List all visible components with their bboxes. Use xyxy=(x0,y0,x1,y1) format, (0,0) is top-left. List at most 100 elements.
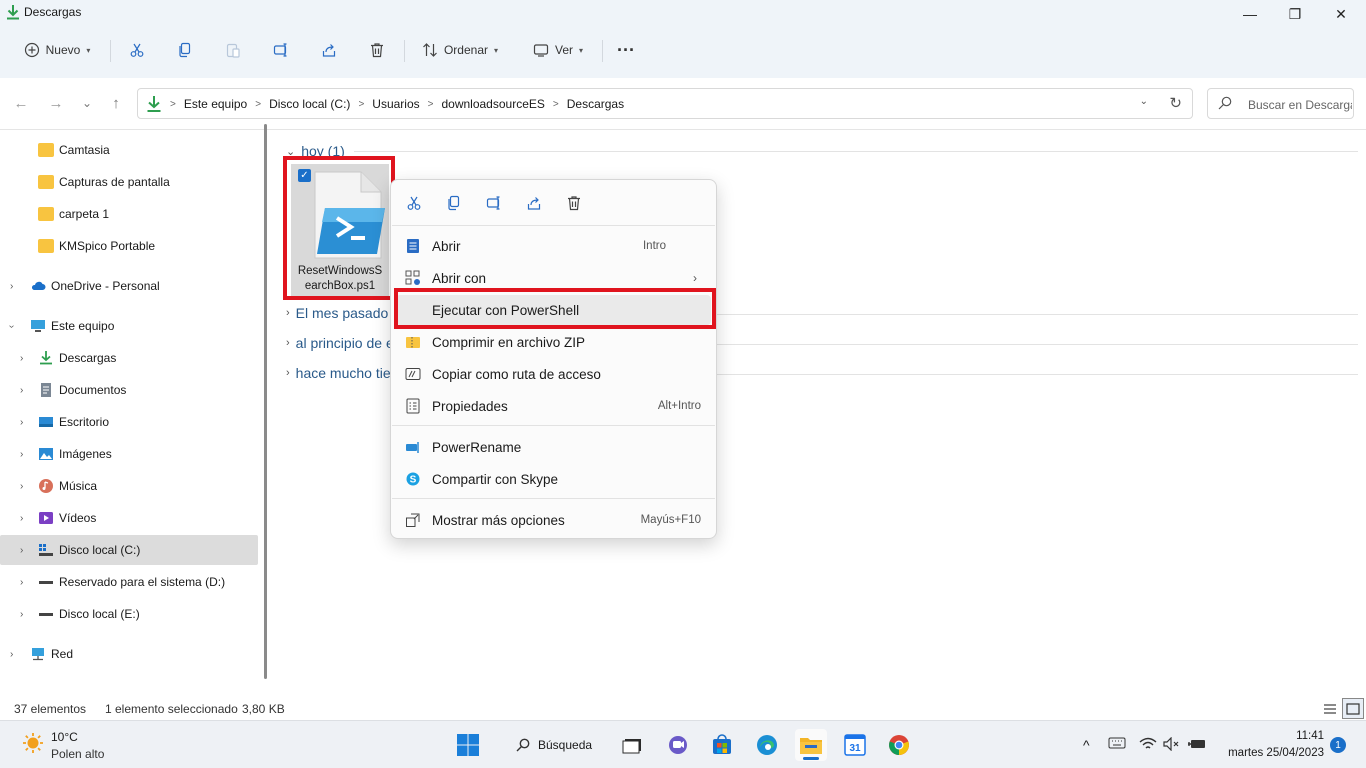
show-hidden-icons-button[interactable]: ^ xyxy=(1083,737,1090,753)
rename-button[interactable] xyxy=(264,34,298,66)
share-icon xyxy=(322,44,336,57)
sidebar-item-descargas[interactable]: › Descargas xyxy=(0,343,258,373)
search-input[interactable]: Buscar en Descargas xyxy=(1248,98,1352,112)
group-header-last-month[interactable]: › El mes pasado xyxy=(286,305,388,321)
breadcrumb-item[interactable]: Usuarios xyxy=(372,97,419,111)
sidebar-item-onedrive[interactable]: › OneDrive - Personal xyxy=(0,271,258,301)
details-view-button[interactable] xyxy=(1319,698,1341,719)
sidebar-item-escritorio[interactable]: › Escritorio xyxy=(0,407,258,437)
crumb-separator[interactable]: > xyxy=(428,99,434,110)
start-button[interactable] xyxy=(452,729,484,761)
notification-badge[interactable]: 1 xyxy=(1330,737,1346,753)
sidebar-item-kmspico[interactable]: KMSpico Portable xyxy=(0,231,258,261)
taskbar-search[interactable]: Búsqueda xyxy=(496,730,606,760)
task-view-button[interactable] xyxy=(617,729,649,761)
copy-button[interactable] xyxy=(168,34,202,66)
sidebar-item-disco-e[interactable]: › Disco local (E:) xyxy=(0,599,258,629)
sidebar-item-carpeta-1[interactable]: carpeta 1 xyxy=(0,199,258,229)
chevron-right-icon[interactable]: › xyxy=(20,577,23,588)
rename-button[interactable] xyxy=(484,193,504,213)
keyboard-icon[interactable] xyxy=(1108,737,1126,752)
file-explorer-button[interactable] xyxy=(795,729,827,761)
cut-button[interactable] xyxy=(404,193,424,213)
sidebar-item-videos[interactable]: › Vídeos xyxy=(0,503,258,533)
chevron-right-icon[interactable]: › xyxy=(20,545,23,556)
chevron-right-icon[interactable]: › xyxy=(10,649,13,660)
store-button[interactable] xyxy=(706,729,738,761)
sidebar-item-capturas[interactable]: Capturas de pantalla xyxy=(0,167,258,197)
calendar-button[interactable]: 31 xyxy=(839,729,871,761)
weather-sun-icon[interactable] xyxy=(22,732,44,754)
chevron-right-icon[interactable]: › xyxy=(20,609,23,620)
crumb-separator[interactable]: > xyxy=(255,99,261,110)
chevron-right-icon[interactable]: › xyxy=(20,385,23,396)
crumb-separator[interactable]: > xyxy=(553,99,559,110)
minimize-button[interactable]: — xyxy=(1227,0,1273,28)
maximize-button[interactable]: ❐ xyxy=(1272,0,1318,28)
menu-item-mostrar-mas[interactable]: Mostrar más opciones Mayús+F10 xyxy=(396,505,711,535)
properties-icon xyxy=(405,398,421,414)
up-button[interactable]: ↑ xyxy=(105,92,127,114)
breadcrumb-item[interactable]: downloadsourceES xyxy=(441,97,544,111)
weather-description[interactable]: Polen alto xyxy=(51,747,104,761)
sidebar-item-imagenes[interactable]: › Imágenes xyxy=(0,439,258,469)
refresh-button[interactable]: ↻ xyxy=(1169,94,1182,112)
breadcrumb-item[interactable]: Descargas xyxy=(567,97,624,111)
weather-temperature[interactable]: 10°C xyxy=(51,730,78,744)
sidebar-item-label: KMSpico Portable xyxy=(59,239,156,253)
forward-button[interactable]: → xyxy=(45,92,67,114)
sidebar-item-disco-c[interactable]: › Disco local (C:) xyxy=(0,535,258,565)
menu-item-comprimir-zip[interactable]: Comprimir en archivo ZIP xyxy=(396,327,711,357)
clock-date[interactable]: martes 25/04/2023 xyxy=(1228,747,1324,759)
speaker-muted-icon[interactable] xyxy=(1163,736,1181,754)
view-button[interactable]: Ver ▾ xyxy=(524,34,592,66)
chevron-right-icon[interactable]: › xyxy=(20,417,23,428)
sidebar-item-disco-d[interactable]: › Reservado para el sistema (D:) xyxy=(0,567,258,597)
breadcrumb-item[interactable]: Este equipo xyxy=(184,97,247,111)
wifi-icon[interactable] xyxy=(1139,737,1157,754)
menu-item-compartir-skype[interactable]: S Compartir con Skype xyxy=(396,464,711,494)
chevron-right-icon[interactable]: › xyxy=(20,513,23,524)
chrome-button[interactable] xyxy=(883,729,915,761)
edge-button[interactable] xyxy=(751,729,783,761)
sidebar-item-documentos[interactable]: › Documentos xyxy=(0,375,258,405)
clock-time[interactable]: 11:41 xyxy=(1296,730,1324,742)
battery-icon[interactable] xyxy=(1187,737,1207,754)
taskbar: 10°C Polen alto Búsqueda 31 ^ 11:41 mart… xyxy=(0,720,1366,768)
more-options-button[interactable]: ··· xyxy=(609,34,643,66)
search-box[interactable]: Buscar en Descargas xyxy=(1207,88,1354,119)
share-button[interactable] xyxy=(524,193,544,213)
sidebar-item-musica[interactable]: › Música xyxy=(0,471,258,501)
group-label: El mes pasado xyxy=(295,305,389,321)
sidebar-item-este-equipo[interactable]: › Este equipo xyxy=(0,311,258,341)
chevron-down-icon[interactable]: › xyxy=(6,324,17,327)
chevron-right-icon[interactable]: › xyxy=(20,449,23,460)
crumb-separator[interactable]: > xyxy=(358,99,364,110)
recent-locations-button[interactable]: ⌄ xyxy=(76,92,98,114)
copy-button[interactable] xyxy=(444,193,464,213)
cut-button[interactable] xyxy=(120,34,154,66)
menu-item-abrir[interactable]: Abrir Intro xyxy=(396,231,711,261)
delete-button[interactable] xyxy=(360,34,394,66)
address-bar[interactable]: > Este equipo > Disco local (C:) > Usuar… xyxy=(137,88,1193,119)
new-button[interactable]: Nuevo ▾ xyxy=(14,34,100,66)
back-button[interactable]: ← xyxy=(10,92,32,114)
menu-item-copiar-ruta[interactable]: Copiar como ruta de acceso xyxy=(396,359,711,389)
sort-button[interactable]: Ordenar ▾ xyxy=(412,34,508,66)
paste-button[interactable] xyxy=(216,34,250,66)
sidebar-item-camtasia[interactable]: Camtasia xyxy=(0,135,258,165)
breadcrumb-item[interactable]: Disco local (C:) xyxy=(269,97,350,111)
share-button[interactable] xyxy=(312,34,346,66)
menu-item-powerrename[interactable]: PowerRename xyxy=(396,432,711,462)
close-button[interactable]: ✕ xyxy=(1318,0,1364,28)
menu-item-propiedades[interactable]: Propiedades Alt+Intro xyxy=(396,391,711,421)
chevron-right-icon[interactable]: › xyxy=(20,353,23,364)
chevron-right-icon[interactable]: › xyxy=(10,281,13,292)
address-history-button[interactable]: ⌄ xyxy=(1140,96,1148,107)
chevron-right-icon[interactable]: › xyxy=(20,481,23,492)
tiles-view-button[interactable] xyxy=(1342,698,1364,719)
chat-button[interactable] xyxy=(662,729,694,761)
sidebar-item-red[interactable]: › Red xyxy=(0,639,258,669)
delete-button[interactable] xyxy=(564,193,584,213)
sidebar-scrollbar[interactable] xyxy=(264,124,267,679)
